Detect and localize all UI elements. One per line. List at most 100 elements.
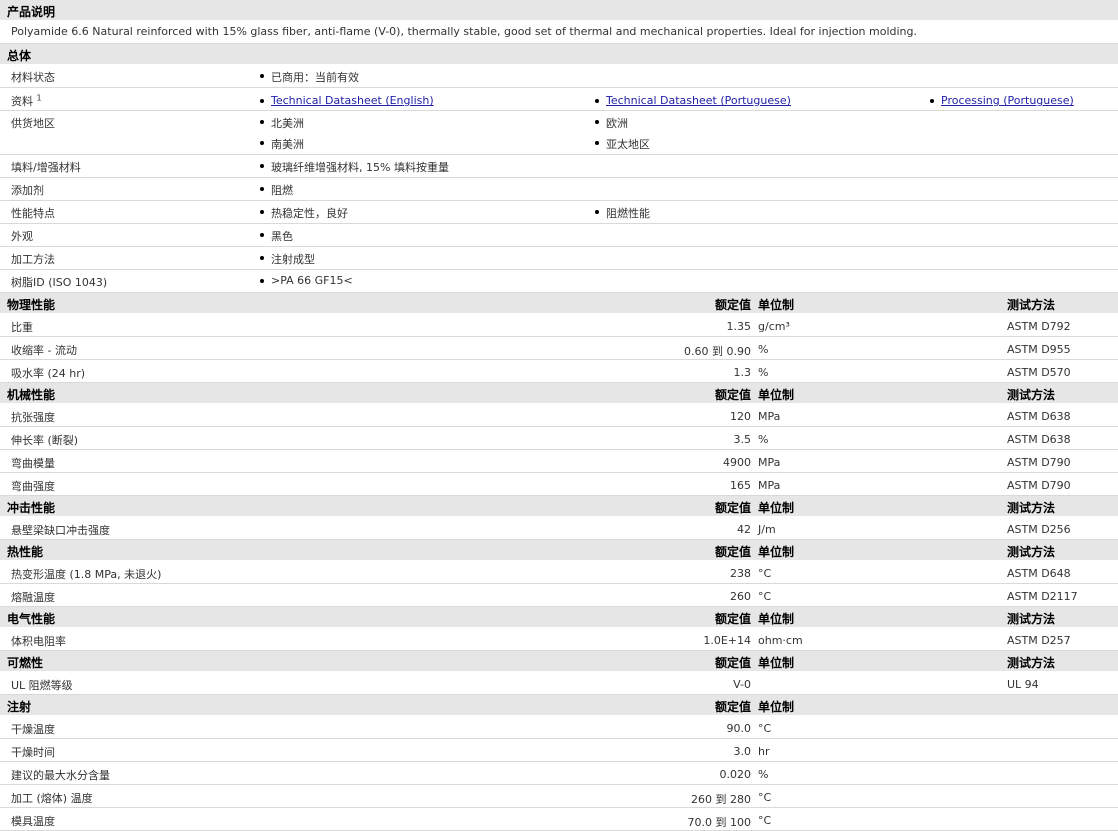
section-title: 可燃性	[7, 656, 44, 670]
property-value: 260	[730, 590, 751, 603]
column-header-nominal: 额定值	[714, 501, 751, 515]
test-method: UL 94	[1007, 678, 1039, 691]
property-value: 260 到 280	[691, 793, 751, 806]
property-value: 42	[737, 523, 751, 536]
property-row: 干燥温度 90.0 °C	[0, 716, 1118, 739]
property-value: 90.0	[726, 722, 752, 735]
description-text: Polyamide 6.6 Natural reinforced with 15…	[11, 25, 918, 38]
property-value: 0.020	[719, 768, 752, 781]
test-method: ASTM D257	[1007, 634, 1071, 647]
column-header-method: 测试方法	[1007, 501, 1056, 515]
row-label: 树脂ID (ISO 1043)	[11, 276, 108, 289]
row-label: 填料/增强材料	[11, 161, 81, 174]
literature-link-datasheet-english[interactable]: Technical Datasheet (English)	[271, 94, 434, 107]
feature-item: 阻燃性能	[594, 205, 650, 221]
column-header-nominal: 额定值	[714, 700, 751, 714]
test-method: ASTM D790	[1007, 456, 1071, 469]
property-unit: %	[758, 343, 769, 356]
property-unit: ohm·cm	[758, 634, 803, 647]
property-row: 比重 1.35 g/cm³ ASTM D792	[0, 314, 1118, 337]
property-name: 加工 (熔体) 温度	[11, 792, 93, 805]
section-header: 可燃性 额定值 单位制 测试方法	[0, 651, 1118, 672]
test-method: ASTM D790	[1007, 479, 1071, 492]
column-header-method: 测试方法	[1007, 298, 1056, 312]
datasheet: 产品说明 Polyamide 6.6 Natural reinforced wi…	[0, 0, 1118, 831]
property-unit: °C	[758, 567, 772, 580]
section-title: 总体	[7, 49, 32, 63]
section-header: 冲击性能 额定值 单位制 测试方法	[0, 496, 1118, 517]
general-row-additive: 添加剂 阻燃	[0, 178, 1118, 201]
property-value: 120	[730, 410, 751, 423]
region-item: 亚太地区	[594, 136, 650, 152]
property-name: 体积电阻率	[11, 635, 66, 648]
row-label: 资料 1	[11, 93, 42, 109]
column-header-unit: 单位制	[758, 545, 795, 559]
property-value: V-0	[733, 678, 751, 691]
property-name: 熔融温度	[11, 591, 55, 604]
property-unit: MPa	[758, 456, 781, 469]
property-row: 悬壁梁缺口冲击强度 42 J/m ASTM D256	[0, 517, 1118, 540]
column-header-nominal: 额定值	[714, 545, 751, 559]
column-header-unit: 单位制	[758, 700, 795, 714]
row-value: 黑色	[259, 228, 293, 244]
property-value: 238	[730, 567, 751, 580]
property-unit: %	[758, 768, 769, 781]
section-header: 电气性能 额定值 单位制 测试方法	[0, 607, 1118, 628]
column-header-unit: 单位制	[758, 612, 795, 626]
property-row: 干燥时间 3.0 hr	[0, 739, 1118, 762]
property-unit: MPa	[758, 410, 781, 423]
column-header-unit: 单位制	[758, 501, 795, 515]
property-row: 热变形温度 (1.8 MPa, 未退火) 238 °C ASTM D648	[0, 561, 1118, 584]
property-name: 比重	[11, 321, 33, 334]
column-header-nominal: 额定值	[714, 388, 751, 402]
section-header-general: 总体	[0, 44, 1118, 65]
region-item: 南美洲	[259, 136, 304, 152]
footnote-marker: 1	[36, 93, 42, 103]
property-row: 收缩率 - 流动 0.60 到 0.90% ASTM D955	[0, 337, 1118, 360]
column-header-nominal: 额定值	[714, 656, 751, 670]
literature-item: Processing (Portuguese)	[929, 94, 1074, 107]
property-name: UL 阻燃等级	[11, 679, 73, 692]
property-unit: %	[758, 366, 769, 379]
property-unit: J/m	[758, 523, 776, 536]
section-title: 冲击性能	[7, 501, 56, 515]
section-header: 机械性能 额定值 单位制 测试方法	[0, 383, 1118, 404]
property-row: 体积电阻率 1.0E+14 ohm·cm ASTM D257	[0, 628, 1118, 651]
property-unit: MPa	[758, 479, 781, 492]
property-name: 悬壁梁缺口冲击强度	[11, 524, 110, 537]
row-label: 材料状态	[11, 71, 55, 84]
test-method: ASTM D955	[1007, 343, 1071, 356]
property-unit: %	[758, 433, 769, 446]
literature-link-processing-portuguese[interactable]: Processing (Portuguese)	[941, 94, 1074, 107]
row-label: 外观	[11, 230, 33, 243]
literature-item: Technical Datasheet (English)	[259, 94, 434, 107]
test-method: ASTM D256	[1007, 523, 1071, 536]
column-header-unit: 单位制	[758, 388, 795, 402]
property-row: 加工 (熔体) 温度 260 到 280 °C	[0, 785, 1118, 808]
literature-link-datasheet-portuguese[interactable]: Technical Datasheet (Portuguese)	[606, 94, 791, 107]
test-method: ASTM D792	[1007, 320, 1071, 333]
property-name: 收缩率 - 流动	[11, 344, 77, 357]
property-value: 1.0E+14	[703, 634, 751, 647]
region-item: 欧洲	[594, 115, 628, 131]
property-row: 抗张强度 120 MPa ASTM D638	[0, 404, 1118, 427]
property-row: 熔融温度 260 °C ASTM D2117	[0, 584, 1118, 607]
region-item: 北美洲	[259, 115, 304, 131]
property-value: 3.0	[733, 745, 752, 758]
section-title: 物理性能	[7, 298, 56, 312]
column-header-nominal: 额定值	[714, 298, 751, 312]
property-row: 伸长率 (断裂) 3.5% ASTM D638	[0, 427, 1118, 450]
column-header-nominal: 额定值	[714, 612, 751, 626]
test-method: ASTM D570	[1007, 366, 1071, 379]
general-row-features: 性能特点 热稳定性，良好 阻燃性能	[0, 201, 1118, 224]
literature-label: 资料	[11, 95, 33, 108]
property-value: 70.0 到 100	[687, 816, 751, 829]
section-header: 注射 额定值 单位制	[0, 695, 1118, 716]
row-value: 已商用：当前有效	[259, 69, 359, 85]
general-row-appearance: 外观 黑色	[0, 224, 1118, 247]
property-unit: °C	[758, 814, 772, 827]
property-name: 建议的最大水分含量	[11, 769, 110, 782]
general-row-availability: 供货地区 北美洲 欧洲 南美洲 亚太地区	[0, 111, 1118, 155]
section-title: 产品说明	[7, 5, 56, 19]
description-row: Polyamide 6.6 Natural reinforced with 15…	[0, 21, 1118, 44]
